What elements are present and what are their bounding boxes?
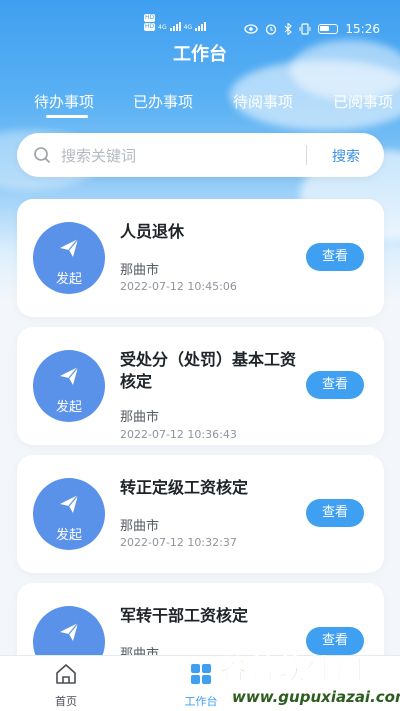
view-button[interactable]: 查看	[306, 371, 364, 399]
search-divider	[306, 145, 307, 165]
home-icon	[56, 664, 76, 684]
task-date: 2022-07-12 10:32:37	[120, 536, 237, 549]
tab-todo[interactable]: 待办事项	[34, 91, 94, 112]
vibrate-icon	[299, 23, 311, 35]
avatar-label: 发起	[55, 528, 82, 543]
watermark-logo: 谷普软件园 www.gupuxiazai.com	[220, 648, 400, 708]
tab-read[interactable]: 已阅事项	[333, 91, 393, 112]
send-icon	[60, 622, 79, 641]
search-input[interactable]: 搜索关键词	[61, 145, 136, 166]
clock: 15:26	[345, 22, 380, 36]
task-date: 2022-07-12 10:45:06	[120, 280, 237, 293]
hd-badge: HD	[144, 23, 156, 31]
watermark-brand: 谷普软件园	[220, 655, 365, 687]
task-card[interactable]: 发起 受处分（处罚）基本工资核定 那曲市 2022-07-12 10:36:43…	[17, 327, 384, 445]
nav-home[interactable]: 首页	[36, 662, 96, 709]
send-icon	[60, 366, 79, 385]
task-date: 2022-07-12 10:36:43	[120, 428, 237, 441]
signal-icon	[169, 21, 181, 31]
search-icon	[34, 147, 50, 163]
signal-indicators: HD HD 4G 4G	[144, 14, 207, 31]
app-screen: HD HD 4G 4G 15:26 工作台 待办事项 已办事项 待阅事项 已阅事…	[0, 0, 400, 711]
task-card[interactable]: 发起 转正定级工资核定 那曲市 2022-07-12 10:32:37 查看	[17, 455, 384, 573]
alarm-icon	[266, 24, 277, 35]
active-tab-indicator	[46, 115, 88, 118]
grid-icon	[191, 664, 211, 684]
watermark-url: www.gupuxiazai.com	[232, 688, 400, 706]
network-type: 4G	[183, 24, 193, 31]
signal-icon	[195, 21, 207, 31]
task-title: 受处分（处罚）基本工资核定	[120, 350, 297, 391]
avatar-label: 发起	[55, 400, 82, 415]
task-card[interactable]: 发起 人员退休 那曲市 2022-07-12 10:45:06 查看	[17, 199, 384, 317]
page-title: 工作台	[173, 44, 227, 65]
send-icon	[60, 494, 79, 513]
task-title: 人员退休	[120, 222, 185, 241]
task-city: 那曲市	[120, 263, 160, 278]
system-icons: 15:26	[244, 22, 380, 36]
bluetooth-icon	[285, 23, 293, 35]
network-type: 4G	[158, 24, 167, 31]
task-avatar: 发起	[33, 350, 105, 422]
tab-done[interactable]: 已办事项	[133, 91, 193, 112]
view-button[interactable]: 查看	[306, 243, 364, 271]
task-city: 那曲市	[120, 410, 160, 425]
task-title: 军转干部工资核定	[120, 606, 249, 625]
task-city: 那曲市	[120, 519, 160, 534]
task-avatar: 发起	[33, 222, 105, 294]
task-avatar: 发起	[33, 478, 105, 550]
tab-to-read[interactable]: 待阅事项	[233, 91, 293, 112]
search-bar: 搜索关键词 搜索	[17, 133, 384, 177]
send-icon	[60, 238, 79, 257]
battery-icon	[318, 24, 339, 34]
avatar-label: 发起	[55, 272, 82, 287]
view-button[interactable]: 查看	[306, 499, 364, 527]
hd-badge: HD	[144, 14, 156, 22]
search-button[interactable]: 搜索	[332, 146, 360, 166]
nav-label: 首页	[55, 695, 77, 708]
task-title: 转正定级工资核定	[120, 478, 249, 497]
status-bar: HD HD 4G 4G 15:26	[0, 0, 400, 36]
eye-icon	[244, 24, 259, 34]
